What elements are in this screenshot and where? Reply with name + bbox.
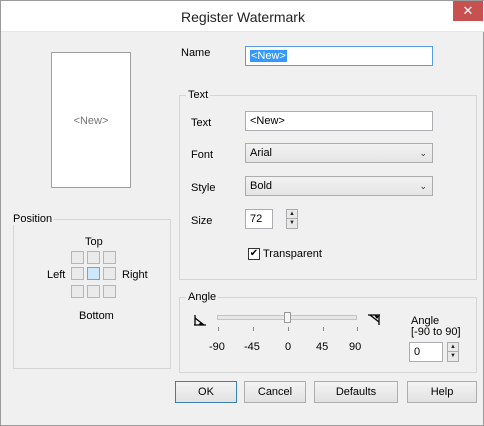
position-center[interactable]: [87, 267, 100, 280]
defaults-button[interactable]: Defaults: [314, 381, 398, 403]
position-middle-right[interactable]: [103, 267, 116, 280]
close-icon: ✕: [462, 3, 474, 18]
register-watermark-dialog: Register Watermark ✕ <New> Name <New> Te…: [0, 0, 484, 426]
preview-text: <New>: [73, 115, 109, 127]
angle-slider-thumb[interactable]: [283, 312, 291, 323]
text-input[interactable]: <New>: [245, 111, 433, 131]
position-left-label: Left: [47, 269, 66, 281]
angle-range-label: [-90 to 90]: [411, 326, 461, 338]
close-button[interactable]: ✕: [453, 1, 483, 21]
style-select[interactable]: Bold ⌄: [245, 176, 433, 196]
position-group-legend: Position: [11, 213, 55, 225]
text-label: Text: [191, 117, 212, 129]
angle-input[interactable]: 0: [409, 342, 443, 362]
slider-tick: [288, 327, 289, 331]
style-label: Style: [191, 182, 216, 194]
position-top-right[interactable]: [103, 251, 116, 264]
tick-label-45: 45: [316, 341, 329, 353]
tick-label-neg90: -90: [209, 341, 225, 353]
ok-button[interactable]: OK: [175, 381, 237, 403]
spin-down-icon[interactable]: ▼: [287, 219, 297, 228]
cancel-button[interactable]: Cancel: [244, 381, 306, 403]
angle-group-legend: Angle: [186, 291, 219, 303]
position-bottom-left[interactable]: [71, 285, 84, 298]
slider-tick: [218, 327, 219, 331]
style-select-value: Bold: [250, 180, 273, 192]
position-top-center[interactable]: [87, 251, 100, 264]
tick-label-90: 90: [349, 341, 362, 353]
size-label: Size: [191, 215, 213, 227]
position-bottom-center[interactable]: [87, 285, 100, 298]
name-label: Name: [181, 47, 211, 59]
title-bar: Register Watermark ✕: [1, 1, 484, 32]
text-group-legend: Text: [186, 89, 211, 101]
transparent-label[interactable]: Transparent: [263, 248, 322, 260]
slider-tick: [323, 327, 324, 331]
spin-up-icon[interactable]: ▲: [448, 343, 458, 352]
tick-label-0: 0: [285, 341, 292, 353]
angle-down-left-icon: [194, 315, 206, 326]
position-right-label: Right: [122, 269, 148, 281]
slider-tick: [253, 327, 254, 331]
transparent-checkbox[interactable]: ✔: [248, 248, 260, 260]
position-top-label: Top: [85, 236, 103, 248]
checkmark-icon: ✔: [249, 248, 259, 259]
watermark-preview: <New>: [51, 52, 131, 188]
name-input[interactable]: <New>: [245, 46, 433, 66]
spin-down-icon[interactable]: ▼: [448, 352, 458, 361]
angle-down-right-icon: [368, 314, 380, 325]
position-middle-left[interactable]: [71, 267, 84, 280]
font-select[interactable]: Arial ⌄: [245, 143, 433, 163]
size-input[interactable]: 72: [245, 209, 273, 229]
slider-tick: [357, 327, 358, 331]
position-bottom-right[interactable]: [103, 285, 116, 298]
font-label: Font: [191, 149, 214, 161]
font-select-value: Arial: [250, 147, 273, 159]
help-button[interactable]: Help: [407, 381, 477, 403]
chevron-down-icon: ⌄: [419, 148, 427, 158]
position-top-left[interactable]: [71, 251, 84, 264]
dialog-title: Register Watermark: [181, 9, 305, 25]
tick-label-neg45: -45: [244, 341, 260, 353]
chevron-down-icon: ⌄: [419, 181, 427, 191]
position-bottom-label: Bottom: [79, 310, 114, 322]
angle-spinner[interactable]: ▲ ▼: [447, 342, 459, 362]
name-input-value: <New>: [250, 50, 287, 62]
spin-up-icon[interactable]: ▲: [287, 210, 297, 219]
size-spinner[interactable]: ▲ ▼: [286, 209, 298, 229]
